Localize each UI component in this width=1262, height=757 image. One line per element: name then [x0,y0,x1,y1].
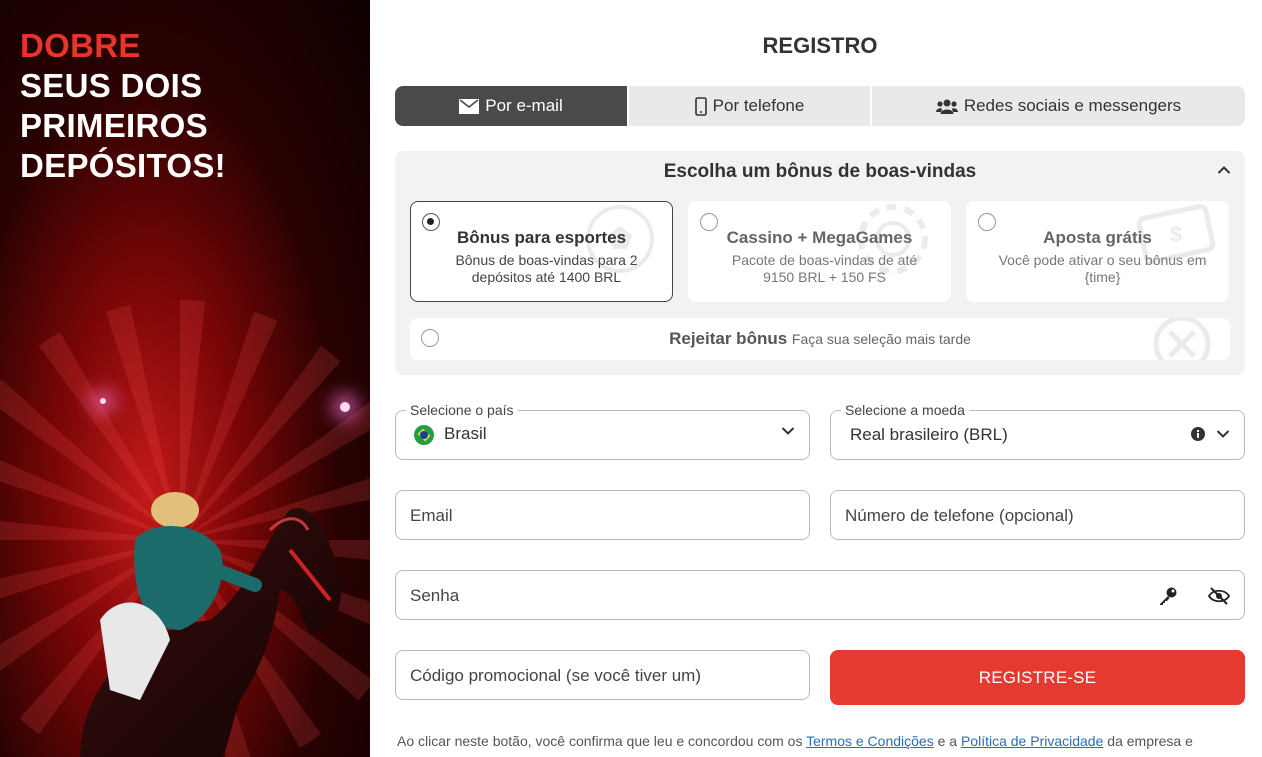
phone-icon [694,96,707,116]
phone-field[interactable]: Número de telefone (opcional) [830,490,1245,540]
tab-email[interactable]: Por e-mail [395,86,627,126]
phone-placeholder: Número de telefone (opcional) [845,506,1074,525]
terms-notice: Ao clicar neste botão, você confirma que… [397,733,1193,749]
terms-prefix: Ao clicar neste botão, você confirma que… [397,733,803,749]
page-title: REGISTRO [762,33,878,58]
bonus-option-title: Cassino + MegaGames [726,228,913,247]
promo-code-field[interactable]: Código promocional (se você tiver um) [395,650,810,700]
terms-link[interactable]: Termos e Condições [806,733,934,749]
password-field[interactable]: Senha [395,570,1245,620]
chevron-down-icon [781,427,795,435]
promo-headline-line: PRIMEIROS [20,107,208,144]
promo-headline-line: SEUS DOIS [20,67,203,104]
sparkle-decoration [100,398,106,404]
email-field[interactable]: Email [395,490,810,540]
currency-select-label: Selecione a moeda [841,402,969,418]
bonus-option-casino[interactable]: Cassino + MegaGames Pacote de boas-vinda… [688,201,951,302]
tab-label: Por telefone [712,96,805,115]
chevron-up-icon[interactable] [1217,165,1231,175]
reject-bonus-text: Rejeitar bônus Faça sua seleção mais tar… [410,329,1230,349]
bonus-option-description: Bônus de boas-vindas para 2 depósitos at… [455,252,638,285]
country-select-value: Brasil [414,424,487,445]
country-select-label: Selecione o país [406,402,518,418]
register-button[interactable]: REGISTRE-SE [830,650,1245,705]
email-placeholder: Email [410,506,453,525]
country-name: Brasil [444,424,487,443]
tab-social[interactable]: Redes sociais e messengers [872,86,1245,126]
currency-select-icons [1190,426,1230,442]
currency-select-value: Real brasileiro (BRL) [850,425,1008,444]
promo-banner: DOBRE SEUS DOIS PRIMEIROS DEPÓSITOS! [0,0,370,757]
privacy-policy-link[interactable]: Política de Privacidade [961,733,1103,749]
country-select[interactable]: Selecione o país Brasil [395,402,810,460]
promo-headline: DOBRE SEUS DOIS PRIMEIROS DEPÓSITOS! [20,26,226,186]
promo-headline-line: DEPÓSITOS! [20,147,226,184]
welcome-bonus-section: Escolha um bônus de boas-vindas Bônus pa… [395,151,1245,375]
registration-method-tabs: Por e-mail Por telefone Redes sociais e … [395,86,1245,126]
bonus-section-title: Escolha um bônus de boas-vindas [663,161,977,182]
brazil-flag-icon [414,424,434,445]
users-icon [935,99,958,114]
envelope-icon [459,98,480,114]
registration-form: REGISTRO Por e-mail Por telefone Redes s… [370,0,1262,757]
bonus-option-reject[interactable]: Rejeitar bônus Faça sua seleção mais tar… [410,318,1230,360]
bonus-option-description: Pacote de boas-vindas de até 9150 BRL + … [731,252,918,285]
bonus-option-free-bet[interactable]: $ Aposta grátis Você pode ativar o seu b… [966,201,1229,302]
password-field-icons [1158,586,1230,606]
eye-slash-icon[interactable] [1208,587,1230,605]
country-select-icons [781,426,795,436]
sparkle-decoration [340,402,350,412]
chevron-down-icon [1216,430,1230,438]
tab-phone[interactable]: Por telefone [629,86,870,126]
key-icon[interactable] [1158,586,1178,606]
reject-bonus-title: Rejeitar bônus [669,329,788,348]
promo-headline-accent: DOBRE [20,27,141,64]
tab-label: Por e-mail [485,96,563,115]
terms-suffix: da empresa e [1107,733,1193,749]
bonus-option-title: Aposta grátis [1043,228,1152,247]
reject-bonus-subtitle: Faça sua seleção mais tarde [791,331,971,347]
info-icon[interactable] [1190,426,1206,442]
bonus-option-title: Bônus para esportes [456,228,627,247]
promo-code-placeholder: Código promocional (se você tiver um) [410,666,702,685]
currency-select[interactable]: Selecione a moeda Real brasileiro (BRL) [830,402,1245,460]
terms-middle: e a [937,733,958,749]
bonus-option-sports[interactable]: Bônus para esportes Bônus de boas-vindas… [410,201,673,302]
jockey-horse-illustration [80,492,341,757]
password-placeholder: Senha [410,586,460,605]
tab-label: Redes sociais e messengers [963,96,1182,115]
bonus-option-description: Você pode ativar o seu bônus em {time} [998,252,1207,285]
